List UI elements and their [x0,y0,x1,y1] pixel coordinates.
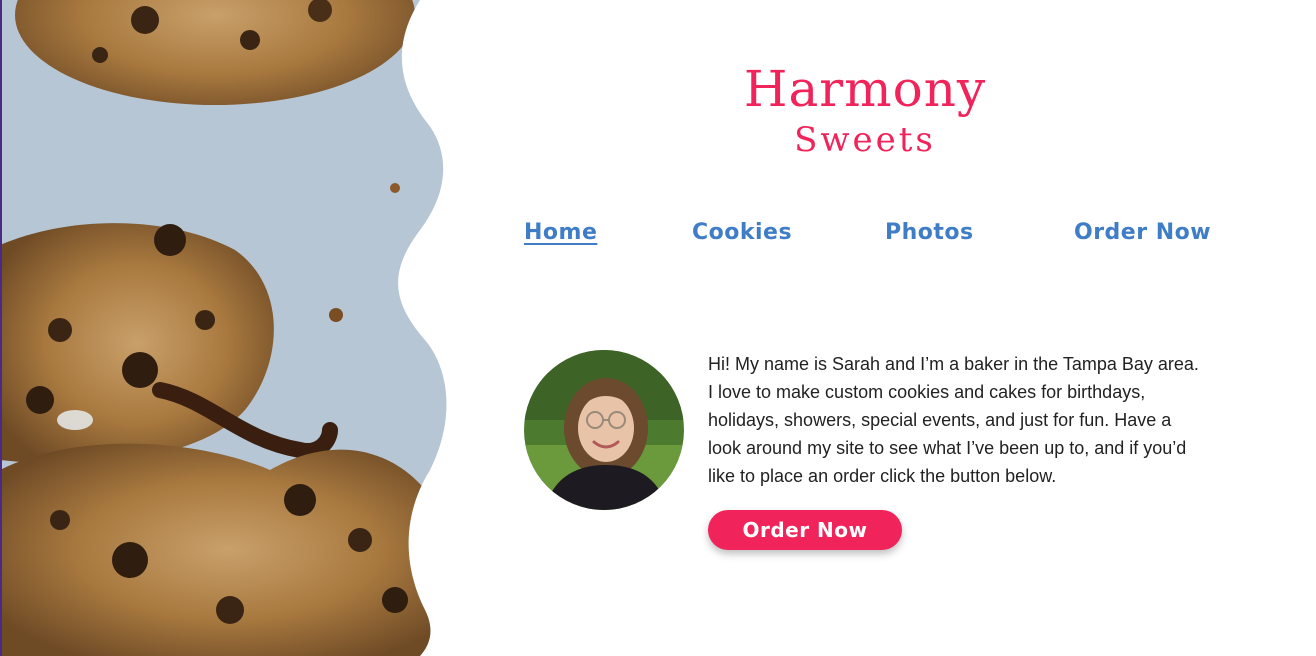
hero-cookies-image [0,0,470,656]
brand-name-line2: Sweets [794,120,936,160]
site-logo[interactable]: Harmony Sweets [700,58,1030,160]
nav-link-order-now[interactable]: Order Now [1074,220,1211,245]
intro-paragraph: Hi! My name is Sarah and I’m a baker in … [708,354,1199,486]
order-now-button[interactable]: Order Now [708,510,902,550]
baker-avatar [524,350,684,510]
brand-name-line1: Harmony [743,60,987,118]
nav-link-photos[interactable]: Photos [885,220,974,245]
left-edge-accent [0,0,2,656]
nav-link-home[interactable]: Home [524,220,597,245]
nav-link-cookies[interactable]: Cookies [692,220,792,245]
main-nav: Home Cookies Photos Order Now [0,220,1316,252]
